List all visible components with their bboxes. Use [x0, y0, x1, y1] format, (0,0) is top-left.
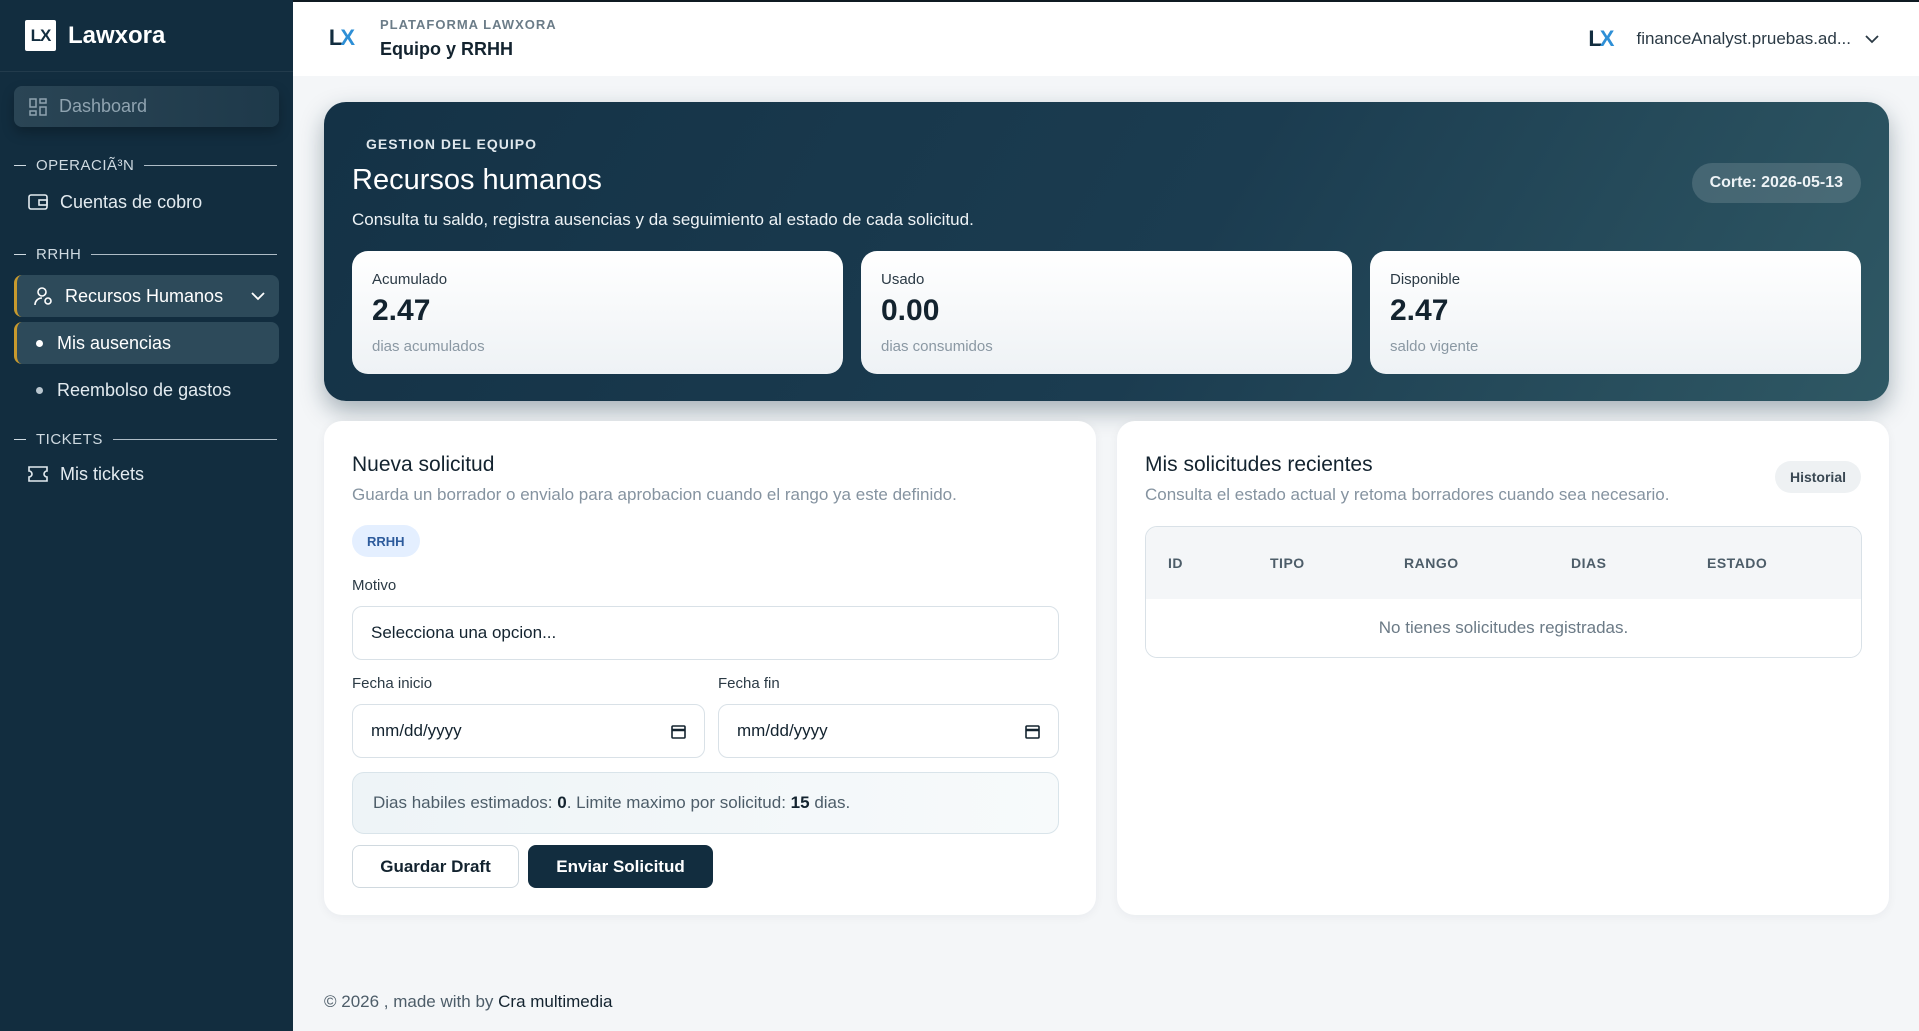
stat-card-disponible: Disponible 2.47 saldo vigente [1370, 251, 1861, 374]
end-date-value: mm/dd/yyyy [737, 721, 828, 740]
sidebar-item-label: Mis tickets [60, 463, 145, 484]
motivo-label: Motivo [352, 577, 397, 594]
stat-value: 0.00 [881, 294, 940, 327]
column-header-tipo: TIPO [1270, 555, 1305, 571]
footer-credit-link[interactable]: Cra multimedia [498, 992, 612, 1011]
start-date-value: mm/dd/yyyy [371, 721, 462, 740]
sidebar-item-label: Dashboard [59, 96, 148, 116]
platform-logo-icon: LX [328, 25, 355, 50]
footer-text: © 2026 , made with by [324, 992, 499, 1011]
stat-value: 2.47 [372, 294, 431, 327]
brand-name: Lawxora [68, 21, 166, 49]
sidebar-item-label: Mis ausencias [57, 332, 172, 353]
hero-kicker: GESTION DEL EQUIPO [366, 136, 537, 152]
column-header-id: ID [1168, 555, 1183, 571]
column-header-dias: DIAS [1571, 555, 1607, 571]
brand-logo-icon: LX [25, 20, 56, 51]
limit-days: 15 [790, 793, 810, 812]
sidebar-item-dashboard[interactable]: Dashboard [14, 86, 279, 127]
user-name: financeAnalyst.pruebas.ad... [1636, 29, 1851, 48]
chevron-down-icon[interactable] [251, 291, 265, 301]
stat-label: Acumulado [372, 271, 448, 288]
sidebar-item-cuentas[interactable]: Cuentas de cobro [0, 182, 293, 222]
sidebar-item-label: Reembolso de gastos [57, 379, 232, 400]
card-title: Mis solicitudes recientes [1145, 453, 1373, 476]
card-description: Guarda un borrador o envialo para aproba… [352, 485, 957, 504]
sidebar-item-reembolso[interactable]: Reembolso de gastos [14, 369, 279, 411]
info-middle: . Limite maximo por solicitud: [566, 793, 786, 812]
calendar-icon[interactable] [671, 724, 686, 739]
bullet-icon [36, 339, 43, 347]
cutoff-badge: Corte: 2026-05-13 [1691, 163, 1861, 203]
sidebar: LX Lawxora Dashboard OPERACIÃ³N Cuentas … [0, 0, 293, 1031]
top-header: LX PLATAFORMA LAWXORA Equipo y RRHH LX f… [293, 0, 1919, 76]
info-prefix: Dias habiles estimados: [373, 793, 553, 812]
wallet-icon [28, 194, 48, 210]
column-header-rango: RANGO [1404, 555, 1459, 571]
stat-subtext: saldo vigente [1390, 338, 1479, 355]
ticket-icon [28, 466, 48, 482]
motivo-select[interactable]: Selecciona una opcion... [352, 606, 1059, 660]
column-header-estado: ESTADO [1707, 555, 1768, 571]
history-badge[interactable]: Historial [1774, 461, 1861, 493]
stat-card-acumulado: Acumulado 2.47 dias acumulados [352, 251, 843, 374]
chevron-down-icon [1865, 34, 1879, 43]
page-title: Equipo y RRHH [380, 39, 513, 59]
dashboard-icon [29, 97, 47, 116]
section-tickets: TICKETS [0, 431, 293, 448]
start-date-input[interactable]: mm/dd/yyyy [352, 704, 705, 758]
bullet-icon [36, 386, 43, 394]
brand[interactable]: LX Lawxora [0, 0, 293, 72]
info-suffix: dias. [814, 793, 851, 812]
new-request-card: Nueva solicitud Guarda un borrador o env… [324, 421, 1096, 915]
section-label: TICKETS [36, 431, 103, 448]
sidebar-item-recursos-humanos[interactable]: Recursos Humanos [14, 275, 279, 317]
header-kicker: PLATAFORMA LAWXORA [380, 17, 557, 32]
save-draft-button[interactable]: Guardar Draft [352, 845, 519, 888]
send-request-button[interactable]: Enviar Solicitud [528, 845, 713, 888]
card-title: Nueva solicitud [352, 453, 495, 476]
user-menu[interactable]: LX financeAnalyst.pruebas.ad... [1588, 26, 1879, 52]
stat-label: Disponible [1390, 271, 1461, 288]
sidebar-item-tickets[interactable]: Mis tickets [0, 454, 293, 494]
hero-panel: GESTION DEL EQUIPO Recursos humanos Cons… [324, 102, 1889, 401]
table-header: ID TIPO RANGO DIAS ESTADO [1146, 527, 1861, 599]
recent-requests-card: Mis solicitudes recientes Consulta el es… [1117, 421, 1889, 915]
sidebar-item-label: Recursos Humanos [65, 285, 224, 306]
section-operacion: OPERACIÃ³N [0, 157, 293, 174]
card-description: Consulta el estado actual y retoma borra… [1145, 485, 1670, 504]
user-icon [34, 287, 52, 306]
stat-subtext: dias consumidos [881, 338, 993, 355]
motivo-value: Selecciona una opcion... [371, 623, 557, 642]
section-label: RRHH [36, 246, 82, 263]
sidebar-item-mis-ausencias[interactable]: Mis ausencias [14, 322, 279, 364]
section-label: OPERACIÃ³N [36, 157, 135, 174]
end-date-input[interactable]: mm/dd/yyyy [718, 704, 1059, 758]
calendar-icon[interactable] [1025, 724, 1040, 739]
stat-subtext: dias acumulados [372, 338, 485, 355]
estimate-info: Dias habiles estimados: 0. Limite maximo… [352, 772, 1059, 834]
end-date-label: Fecha fin [718, 675, 780, 692]
empty-state: No tienes solicitudes registradas. [1146, 599, 1861, 657]
hero-title: Recursos humanos [352, 164, 602, 196]
footer: © 2026 , made with by Cra multimedia [324, 992, 612, 1012]
estimated-days: 0 [557, 793, 567, 812]
sidebar-item-label: Cuentas de cobro [60, 191, 203, 212]
stat-value: 2.47 [1390, 294, 1449, 327]
start-date-label: Fecha inicio [352, 675, 433, 692]
requests-table: ID TIPO RANGO DIAS ESTADO No tienes soli… [1145, 526, 1862, 658]
stat-label: Usado [881, 271, 925, 288]
hero-description: Consulta tu saldo, registra ausencias y … [352, 210, 974, 229]
stat-card-usado: Usado 0.00 dias consumidos [861, 251, 1352, 374]
category-chip: RRHH [352, 525, 420, 557]
section-rrhh: RRHH [0, 246, 293, 263]
user-logo-icon: LX [1588, 26, 1614, 51]
